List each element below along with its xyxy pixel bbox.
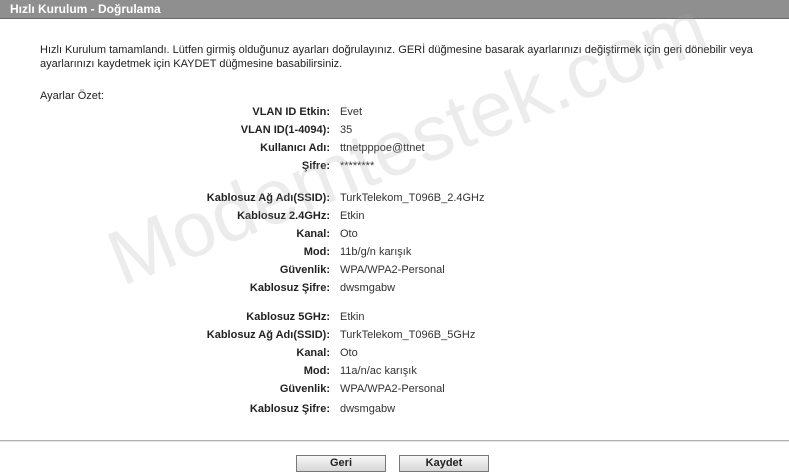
row-value: Oto [340, 347, 358, 359]
row-label: Mod: [303, 365, 330, 377]
divider [0, 440, 789, 442]
row-channel-24: Kanal: Oto [0, 226, 789, 242]
row-label: Kablosuz Şifre: [249, 403, 330, 415]
row-channel-5: Kanal: Oto [0, 345, 789, 361]
row-value: 35 [340, 124, 353, 136]
row-vlan-id: VLAN ID(1-4094): 35 [0, 122, 789, 138]
row-value: dwsmgabw [340, 282, 396, 294]
row-value: TurkTelekom_T096B_2.4GHz [340, 192, 485, 204]
title-bar: Hızlı Kurulum - Doğrulama [0, 0, 789, 19]
row-value: Oto [340, 228, 358, 240]
row-security-24: Güvenlik: WPA/WPA2-Personal [0, 262, 789, 278]
page-title: Hızlı Kurulum - Doğrulama [10, 2, 161, 16]
row-value: Evet [340, 106, 363, 118]
row-label: VLAN ID(1-4094): [240, 124, 330, 136]
row-security-5: Güvenlik: WPA/WPA2-Personal [0, 381, 789, 397]
row-label: Kanal: [296, 347, 330, 359]
row-username: Kullanıcı Adı: ttnetpppoe@ttnet [0, 140, 789, 156]
row-label: Kablosuz 5GHz: [246, 311, 330, 323]
row-ssid-24: Kablosuz Ağ Adı(SSID): TurkTelekom_T096B… [0, 190, 789, 206]
row-wireless-5: Kablosuz 5GHz: Etkin [0, 309, 789, 325]
row-vlan-enabled: VLAN ID Etkin: Evet [0, 104, 789, 120]
row-wireless-password-5: Kablosuz Şifre: dwsmgabw [0, 401, 789, 417]
row-label: Şifre: [301, 160, 330, 172]
row-value: 11a/n/ac karışık [340, 365, 417, 377]
row-label: Kullanıcı Adı: [260, 142, 330, 154]
row-wireless-password-24: Kablosuz Şifre: dwsmgabw [0, 280, 789, 296]
row-value: ttnetpppoe@ttnet [340, 142, 425, 154]
row-password: Şifre: ******** [0, 158, 789, 174]
row-value: Etkin [340, 311, 365, 323]
row-value: dwsmgabw [340, 403, 396, 415]
row-label: Kanal: [296, 228, 330, 240]
row-value: WPA/WPA2-Personal [340, 383, 445, 395]
row-label: VLAN ID Etkin: [252, 106, 330, 118]
row-value: WPA/WPA2-Personal [340, 264, 445, 276]
row-label: Güvenlik: [279, 264, 330, 276]
row-label: Kablosuz Ağ Adı(SSID): [206, 192, 330, 204]
row-label: Kablosuz Ağ Adı(SSID): [206, 329, 330, 341]
row-label: Mod: [303, 246, 330, 258]
row-wireless-24: Kablosuz 2.4GHz: Etkin [0, 208, 789, 224]
row-ssid-5: Kablosuz Ağ Adı(SSID): TurkTelekom_T096B… [0, 327, 789, 343]
row-mode-24: Mod: 11b/g/n karışık [0, 244, 789, 260]
row-label: Güvenlik: [279, 383, 330, 395]
back-button[interactable]: Geri [296, 455, 386, 472]
row-value: 11b/g/n karışık [340, 246, 412, 258]
row-label: Kablosuz Şifre: [249, 282, 330, 294]
summary-label: Ayarlar Özet: [40, 90, 104, 102]
row-value: ******** [340, 160, 375, 172]
row-value: Etkin [340, 210, 365, 222]
row-value: TurkTelekom_T096B_5GHz [340, 329, 476, 341]
row-mode-5: Mod: 11a/n/ac karışık [0, 363, 789, 379]
save-button[interactable]: Kaydet [399, 455, 489, 472]
row-label: Kablosuz 2.4GHz: [237, 210, 330, 222]
intro-text: Hızlı Kurulum tamamlandı. Lütfen girmiş … [40, 44, 753, 70]
